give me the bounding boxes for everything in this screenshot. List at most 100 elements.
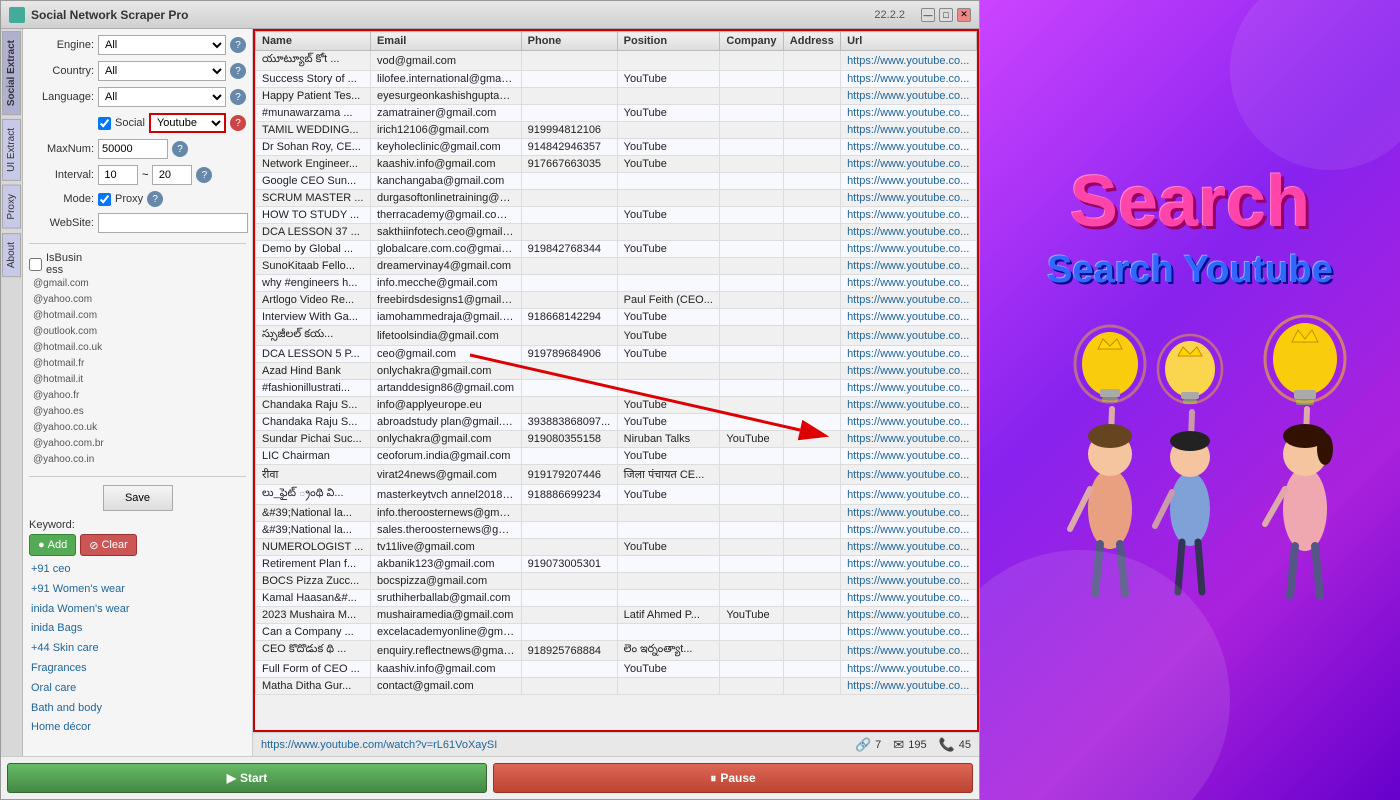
table-row[interactable]: Success Story of ...lilofee.internationa… xyxy=(256,71,977,88)
table-row[interactable]: DCA LESSON 37 ...sakthiinfotech.ceo@gmai… xyxy=(256,224,977,241)
cell-company xyxy=(720,241,783,258)
table-row[interactable]: Sundar Pichai Suc...onlychakra@gmail.com… xyxy=(256,431,977,448)
cell-position: YouTube xyxy=(617,661,720,678)
add-keyword-button[interactable]: ● Add xyxy=(29,534,76,556)
keyword-item[interactable]: +91 ceo xyxy=(31,560,246,580)
table-row[interactable]: NUMEROLOGIST ...tv11live@gmail.comYouTub… xyxy=(256,539,977,556)
minimize-button[interactable]: — xyxy=(921,8,935,22)
table-row[interactable]: CEO కొదొడుక థి ...enquiry.reflectnews@gm… xyxy=(256,641,977,661)
is-business-checkbox[interactable] xyxy=(29,258,42,271)
cell-name: Google CEO Sun... xyxy=(256,173,371,190)
cell-name: యూట్యూబ్ కోt ... xyxy=(256,51,371,71)
table-row[interactable]: లు_ఫైట్ ్రంథి వి...masterkeytvch annel20… xyxy=(256,485,977,505)
table-row[interactable]: Chandaka Raju S...abroadstudy plan@gmail… xyxy=(256,414,977,431)
table-row[interactable]: SCRUM MASTER ...durgasoftonlinetraining@… xyxy=(256,190,977,207)
table-row[interactable]: Azad Hind Bankonlychakra@gmail.comhttps:… xyxy=(256,363,977,380)
table-row[interactable]: &#39;National la...sales.theroosternews@… xyxy=(256,522,977,539)
table-row[interactable]: 2023 Mushaira M...mushairamedia@gmail.co… xyxy=(256,607,977,624)
keyword-item[interactable]: Oral care xyxy=(31,679,246,699)
table-row[interactable]: Matha Ditha Gur...contact@gmail.comhttps… xyxy=(256,678,977,695)
data-table-container[interactable]: Name Email Phone Position Company Addres… xyxy=(253,29,979,732)
email-domain-item: @gmail.com xyxy=(33,276,246,292)
table-row[interactable]: Full Form of CEO ...kaashiv.info@gmail.c… xyxy=(256,661,977,678)
table-row[interactable]: Kamal Haasan&#...sruthiherballab@gmail.c… xyxy=(256,590,977,607)
cell-position xyxy=(617,363,720,380)
table-row[interactable]: TAMIL WEDDING...irich12106@gmail.com9199… xyxy=(256,122,977,139)
cell-company xyxy=(720,363,783,380)
proxy-checkbox[interactable] xyxy=(98,193,111,206)
cell-phone xyxy=(521,661,617,678)
proxy-checkbox-label[interactable]: Proxy xyxy=(98,193,143,206)
keyword-item[interactable]: inida Women's wear xyxy=(31,600,246,620)
start-button[interactable]: ▶ Start xyxy=(7,763,487,793)
maxnum-help-button[interactable]: ? xyxy=(172,141,188,157)
cell-name: Kamal Haasan&#... xyxy=(256,590,371,607)
table-row[interactable]: యూట్యూబ్ కోt ...vod@gmail.comhttps://www… xyxy=(256,51,977,71)
pause-button[interactable]: ⏸ Pause xyxy=(493,763,973,793)
interval-help-button[interactable]: ? xyxy=(196,167,212,183)
keyword-item[interactable]: Home décor xyxy=(31,718,246,738)
cell-position: YouTube xyxy=(617,156,720,173)
engine-help-button[interactable]: ? xyxy=(230,37,246,53)
table-row[interactable]: Retirement Plan f...akbanik123@gmail.com… xyxy=(256,556,977,573)
table-row[interactable]: why #engineers h...info.mecche@gmail.com… xyxy=(256,275,977,292)
table-row[interactable]: Dr Sohan Roy, CE...keyholeclinic@gmail.c… xyxy=(256,139,977,156)
table-row[interactable]: BOCS Pizza Zucc...bocspizza@gmail.comhtt… xyxy=(256,573,977,590)
table-row[interactable]: Happy Patient Tes...eyesurgeonkashishgup… xyxy=(256,88,977,105)
maxnum-input[interactable]: 50000 xyxy=(98,139,168,159)
keyword-item[interactable]: +44 Skin care xyxy=(31,639,246,659)
table-row[interactable]: &#39;National la...info.theroosternews@g… xyxy=(256,505,977,522)
table-row[interactable]: Interview With Ga...iamohammedraja@gmail… xyxy=(256,309,977,326)
language-help-button[interactable]: ? xyxy=(230,89,246,105)
table-row[interactable]: SunoKitaab Fello...dreamervinay4@gmail.c… xyxy=(256,258,977,275)
keyword-item[interactable]: Bath and body xyxy=(31,699,246,719)
email-domain-item: @yahoo.com.br xyxy=(33,436,246,452)
table-row[interactable]: Can a Company ...excelacademyonline@gmai… xyxy=(256,624,977,641)
country-select[interactable]: All xyxy=(98,61,226,81)
interval-max-input[interactable] xyxy=(152,165,192,185)
table-row[interactable]: Google CEO Sun...kanchangaba@gmail.comht… xyxy=(256,173,977,190)
language-select[interactable]: All xyxy=(98,87,226,107)
tab-social-extract[interactable]: Social Extract xyxy=(2,31,21,115)
keyword-item[interactable]: inida Bags xyxy=(31,619,246,639)
cell-address xyxy=(783,414,840,431)
save-button[interactable]: Save xyxy=(103,485,173,511)
table-row[interactable]: Demo by Global ...globalcare.com.co@gmai… xyxy=(256,241,977,258)
tab-ui-extract[interactable]: UI Extract xyxy=(2,119,21,181)
table-row[interactable]: Chandaka Raju S...info@applyeurope.euYou… xyxy=(256,397,977,414)
tab-about[interactable]: About xyxy=(2,233,21,277)
keyword-item[interactable]: Fragrances xyxy=(31,659,246,679)
table-row[interactable]: #munawarzama ...zamatrainer@gmail.comYou… xyxy=(256,105,977,122)
engine-select[interactable]: All xyxy=(98,35,226,55)
cell-position xyxy=(617,624,720,641)
status-bar: https://www.youtube.com/watch?v=rL61VoXa… xyxy=(253,732,979,756)
table-row[interactable]: Network Engineer...kaashiv.info@gmail.co… xyxy=(256,156,977,173)
clear-keyword-button[interactable]: ⊘ Clear xyxy=(80,534,137,556)
table-row[interactable]: Artlogo Video Re...freebirdsdesigns1@gma… xyxy=(256,292,977,309)
cell-position xyxy=(617,505,720,522)
cell-address xyxy=(783,346,840,363)
social-checkbox-label[interactable]: Social xyxy=(98,117,145,130)
table-row[interactable]: HOW TO STUDY ...therracademy@gmail.com..… xyxy=(256,207,977,224)
interval-separator: ~ xyxy=(142,169,148,181)
table-row[interactable]: रीवाvirat24news@gmail.com919179207446जिल… xyxy=(256,465,977,485)
social-help-button[interactable]: ? xyxy=(230,115,246,131)
table-row[interactable]: LIC Chairmanceoforum.india@gmail.comYouT… xyxy=(256,448,977,465)
social-select[interactable]: Youtube Facebook Twitter xyxy=(149,113,226,133)
cell-phone xyxy=(521,224,617,241)
social-checkbox[interactable] xyxy=(98,117,111,130)
table-row[interactable]: #fashionillustrati...artanddesign86@gmai… xyxy=(256,380,977,397)
mode-help-button[interactable]: ? xyxy=(147,191,163,207)
keyword-item[interactable]: +91 Women's wear xyxy=(31,580,246,600)
close-button[interactable]: ✕ xyxy=(957,8,971,22)
cell-phone: 919080355158 xyxy=(521,431,617,448)
table-row[interactable]: DCA LESSON 5 P...ceo@gmail.com9197896849… xyxy=(256,346,977,363)
table-row[interactable]: స్సుజీలల్ కయ...lifetoolsindia@gmail.comY… xyxy=(256,326,977,346)
website-input[interactable] xyxy=(98,213,248,233)
maximize-button[interactable]: □ xyxy=(939,8,953,22)
start-icon: ▶ xyxy=(227,771,236,785)
tab-proxy[interactable]: Proxy xyxy=(2,185,21,229)
country-help-button[interactable]: ? xyxy=(230,63,246,79)
is-business-checkbox-label[interactable]: IsBusiness xyxy=(29,252,82,276)
interval-min-input[interactable] xyxy=(98,165,138,185)
